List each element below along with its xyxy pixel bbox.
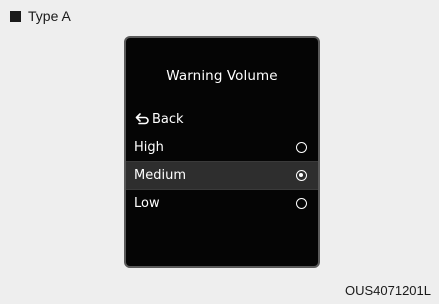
cluster-display: Warning Volume Back High Medium Low: [124, 36, 320, 268]
option-high[interactable]: High: [126, 134, 318, 161]
figure-code: OUS4071201L: [344, 283, 431, 298]
radio-icon: [296, 198, 307, 209]
option-label: Medium: [134, 168, 186, 183]
option-label: High: [134, 140, 164, 155]
radio-checked-icon: [296, 170, 307, 181]
screen-title: Warning Volume: [166, 68, 278, 84]
black-square-icon: [10, 10, 21, 22]
back-label: Back: [152, 111, 184, 127]
return-arrow-icon: [135, 113, 149, 125]
option-label: Low: [134, 196, 160, 211]
option-low[interactable]: Low: [126, 190, 318, 217]
type-label: Type A: [10, 6, 71, 26]
option-medium[interactable]: Medium: [126, 162, 318, 189]
radio-icon: [296, 142, 307, 153]
type-label-text: Type A: [28, 8, 71, 24]
back-button[interactable]: Back: [135, 109, 184, 129]
